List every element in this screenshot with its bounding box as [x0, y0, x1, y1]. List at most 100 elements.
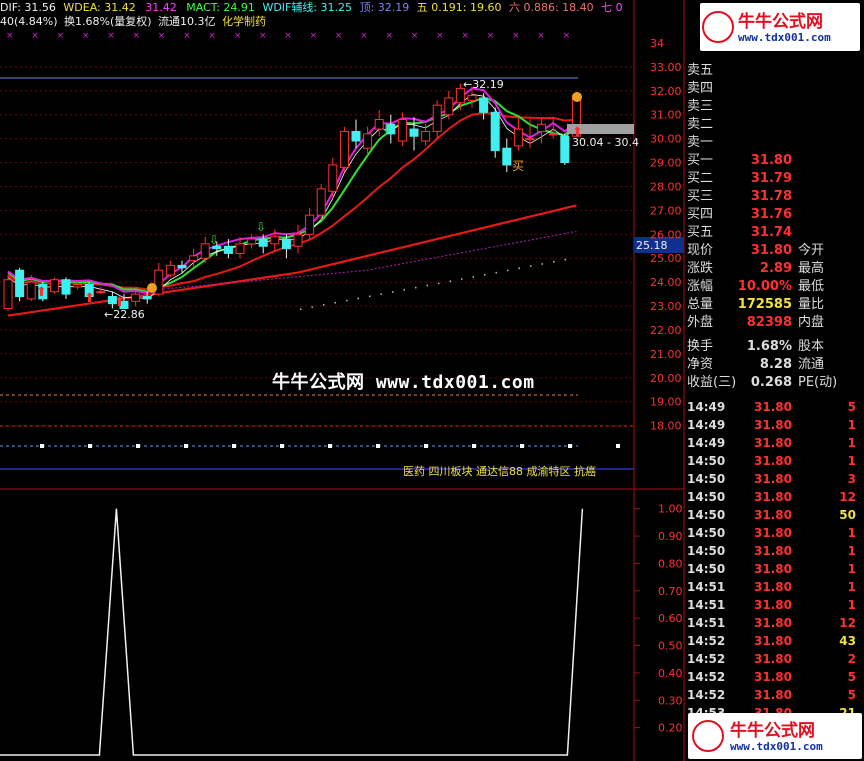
tick-volume: 5: [847, 688, 856, 702]
oscillator-line: [0, 508, 584, 756]
tick-price: 31.80: [754, 670, 792, 684]
top-marker: ×: [234, 31, 242, 41]
logo-url: www.tdx001.com: [730, 740, 823, 753]
price-axis-tick: 27.00: [650, 204, 682, 217]
tick-time: 14:49: [687, 400, 726, 414]
ref-marker: [616, 444, 620, 448]
mact-value: MACT: 24.91: [186, 1, 255, 14]
bid-row: 买三 31.78: [686, 188, 864, 206]
tick-time: 14:51: [687, 580, 726, 594]
stat-label-right: 量比: [798, 297, 825, 312]
tick-volume: 50: [839, 508, 856, 522]
tick-time: 14:49: [687, 436, 726, 450]
candle-body: [513, 128, 523, 147]
ref-marker: [472, 444, 476, 448]
tick-time: 14:49: [687, 418, 726, 432]
tick-price: 31.80: [754, 526, 792, 540]
sector-tags[interactable]: 医药 四川板块 通达信88 成渝特区 抗癌: [403, 463, 596, 479]
top-marker: ×: [82, 31, 90, 41]
order-label: 买二: [687, 171, 714, 186]
third-value: 31.42: [145, 1, 177, 14]
tick-volume: 12: [839, 616, 856, 630]
current-price-label: 25.18: [636, 239, 668, 252]
ask-row: 卖一: [686, 134, 864, 152]
dot-series: [334, 301, 336, 304]
candle-body: [421, 130, 431, 142]
order-price: 31.76: [750, 207, 792, 222]
stat-label: 涨跌: [687, 261, 714, 276]
bid-row: 买二 31.79: [686, 170, 864, 188]
dot-series: [357, 297, 359, 300]
buy-arrow-icon: ⬆: [36, 285, 47, 300]
osc-axis-tick: 0.20: [658, 722, 683, 735]
wu-value: 五 0.191: 19.60: [416, 1, 502, 14]
turnover-value: 换1.68%(量复权): [64, 15, 152, 28]
candle-body: [73, 284, 83, 288]
dot-series: [461, 278, 463, 280]
price-axis-tick: 29.00: [650, 157, 682, 170]
order-label: 买五: [687, 225, 714, 240]
dot-series: [426, 284, 428, 287]
top-marker: ×: [537, 31, 545, 41]
candle-body: [49, 279, 59, 293]
tick-time: 14:51: [687, 598, 726, 612]
signal-dot-icon: [572, 92, 582, 102]
tick-price: 31.80: [754, 454, 792, 468]
signal-dot-icon: [147, 283, 157, 293]
stat-value: 1.68%: [746, 339, 792, 354]
tick-volume: 3: [847, 472, 856, 486]
dot-series: [449, 280, 451, 282]
stat-value: 31.80: [750, 243, 792, 258]
bid-row: 买四 31.76: [686, 206, 864, 224]
wdif-value: WDIF辅线: 31.25: [262, 1, 353, 14]
tick-price: 31.80: [754, 400, 792, 414]
price-axis-tick: 23.00: [650, 300, 682, 313]
sell-arrow-icon: ⇩: [256, 220, 266, 234]
tick-row: 14:49 31.80 5: [686, 398, 864, 416]
tick-row: 14:52 31.80 2: [686, 650, 864, 668]
stat-label: 总量: [687, 297, 714, 312]
stat-row: 净资 8.28 流通: [686, 356, 864, 374]
top-marker: ×: [461, 31, 469, 41]
tick-price: 31.80: [754, 580, 792, 594]
candle-body: [397, 118, 407, 142]
stat-label-right: 内盘: [798, 315, 825, 330]
candle-body: [525, 138, 535, 141]
ding-value: 顶: 32.19: [359, 1, 410, 14]
ref-marker: [184, 444, 188, 448]
candle-body: [490, 111, 500, 152]
stat-label-right: 流通: [798, 357, 825, 372]
bid-row: 买一 31.80: [686, 152, 864, 170]
price-axis-tick: 22.00: [650, 324, 682, 337]
dot-series: [415, 286, 417, 289]
candle-body: [131, 293, 141, 302]
tick-row: 14:52 31.80 5: [686, 686, 864, 704]
stat-label: 换手: [687, 339, 714, 354]
logo-top: 牛牛公式网 www.tdx001.com: [700, 3, 860, 51]
tick-row: 14:51 31.80 12: [686, 614, 864, 632]
stat-row: 涨幅 10.00% 最低: [686, 278, 864, 296]
tick-volume: 43: [839, 634, 856, 648]
liu-value: 六 0.886: 18.40: [508, 1, 594, 14]
price-axis-tick: 32.00: [650, 85, 682, 98]
order-label: 卖二: [687, 117, 714, 132]
candle-body: [339, 130, 349, 168]
industry-value: 化学制药: [222, 15, 267, 28]
top-marker: ×: [57, 31, 65, 41]
buy-mark-label: 买: [512, 159, 524, 173]
dot-series: [541, 263, 543, 265]
dot-series: [553, 261, 555, 263]
tick-price: 31.80: [754, 508, 792, 522]
stat-label-right: 今开: [798, 243, 825, 258]
price-axis-tick: 25.00: [650, 252, 682, 265]
qi-value: 七 0: [601, 1, 623, 14]
tick-time: 14:50: [687, 526, 726, 540]
tick-volume: 5: [847, 670, 856, 684]
ask-row: 卖五: [686, 62, 864, 80]
top-marker: ×: [31, 31, 39, 41]
candle-body: [189, 255, 199, 262]
dot-series: [484, 274, 486, 276]
candle-body: [15, 269, 25, 297]
tick-row: 14:51 31.80 1: [686, 596, 864, 614]
candle-body: [142, 295, 152, 300]
